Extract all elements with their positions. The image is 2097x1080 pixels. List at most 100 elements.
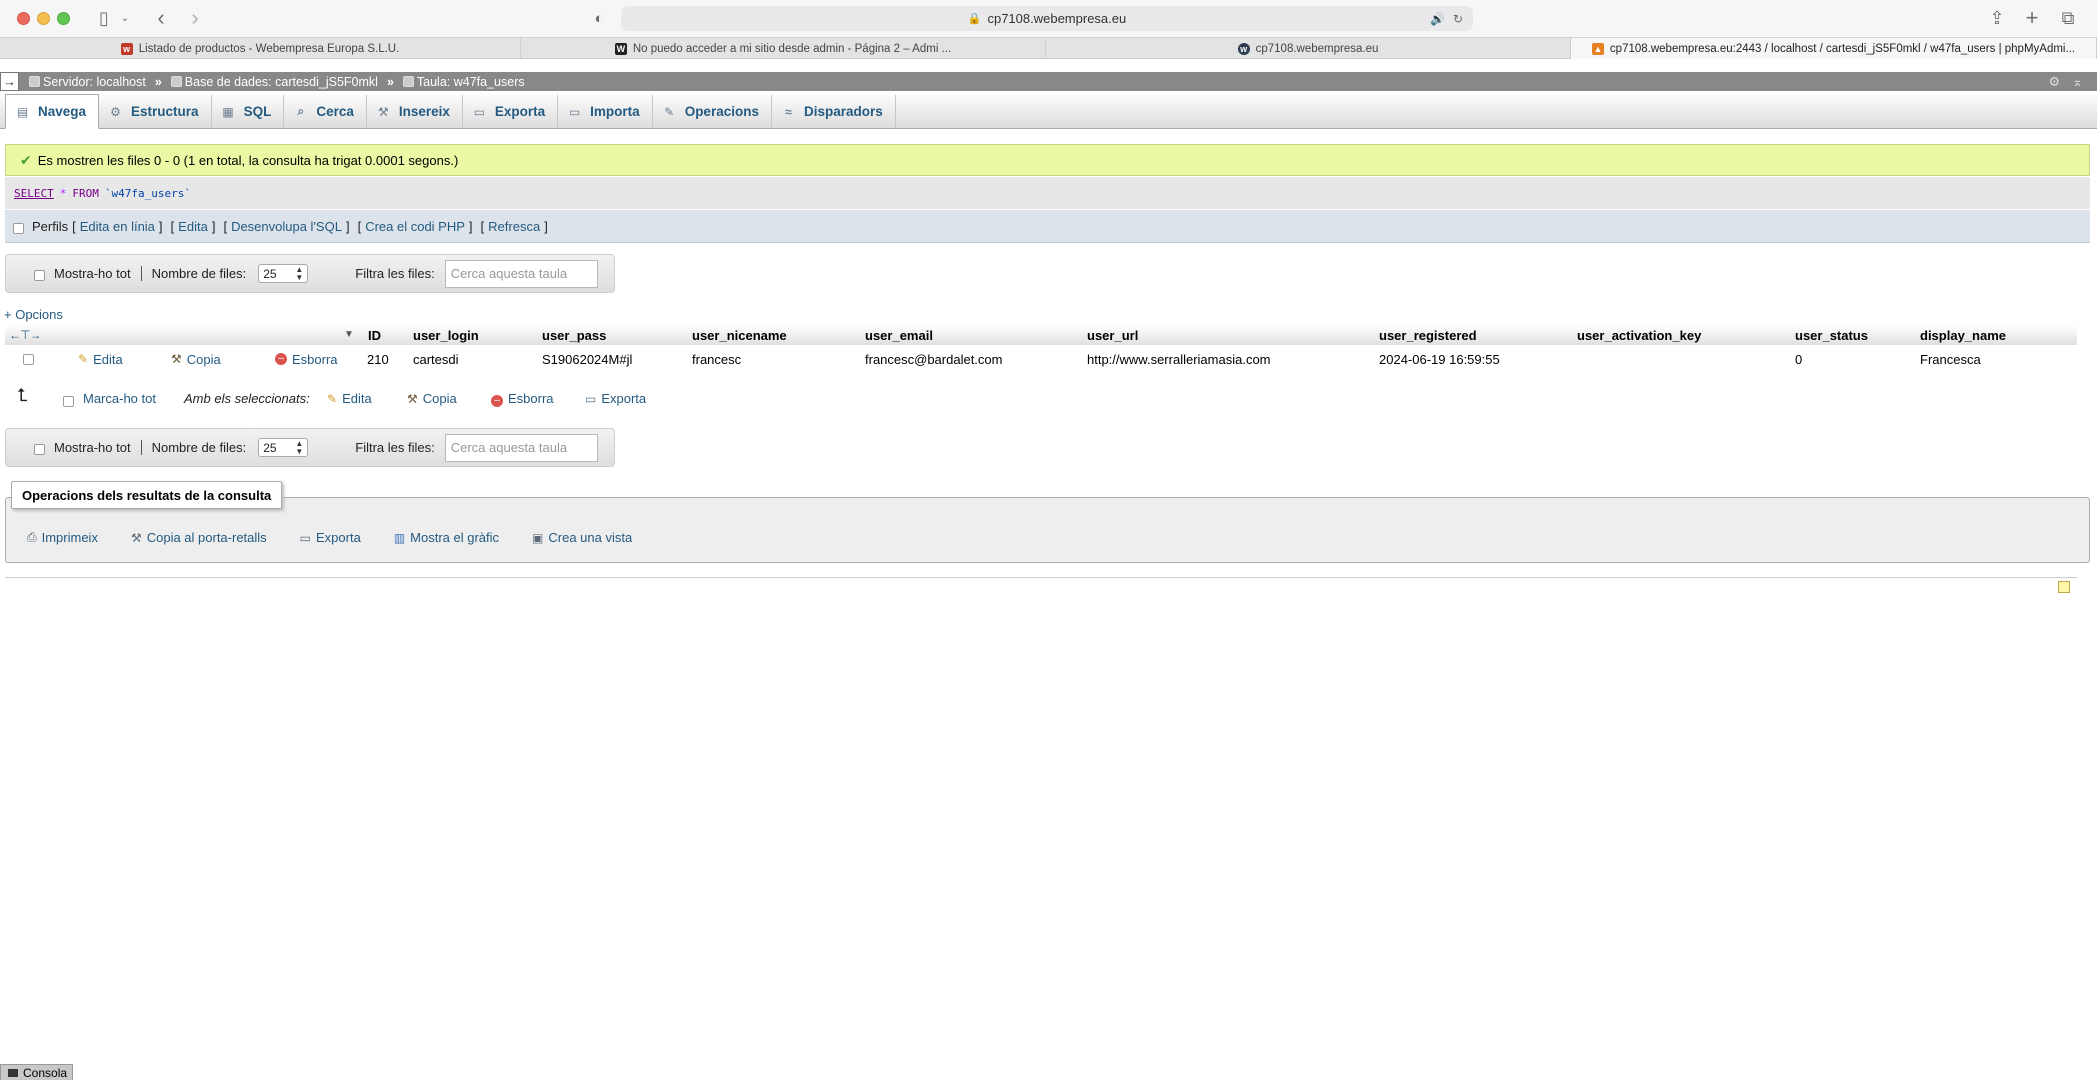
tab-import[interactable]: ▭ Importa	[558, 95, 653, 128]
close-window-button[interactable]	[17, 12, 30, 25]
new-tab-icon[interactable]: +	[2020, 5, 2044, 30]
profiling-checkbox[interactable]	[13, 222, 24, 234]
lock-icon: 🔒	[967, 13, 982, 25]
tab-overview-icon[interactable]: ⧉	[2056, 6, 2080, 30]
browser-tab-4[interactable]: ▲ cp7108.webempresa.eu:2443 / localhost …	[1571, 38, 2097, 59]
tab-structure[interactable]: ⚙ Estructura	[99, 95, 212, 128]
options-link[interactable]: + Opcions	[4, 307, 63, 322]
sql-select-keyword[interactable]: SELECT	[14, 187, 54, 200]
zoom-window-button[interactable]	[57, 12, 70, 25]
filter-rows-input[interactable]: Cerca aquesta taula	[444, 259, 598, 288]
row-delete-button[interactable]: – Esborra	[275, 348, 338, 370]
cell-user-email[interactable]: francesc@bardalet.com	[865, 348, 1002, 370]
bulk-copy-button[interactable]: ⚒ Copia	[407, 391, 457, 406]
bulk-edit-button[interactable]: ✎ Edita	[327, 391, 372, 406]
show-all-checkbox[interactable]	[34, 443, 45, 455]
breadcrumb-separator: »	[386, 74, 394, 89]
bulk-delete-button[interactable]: – Esborra	[491, 391, 554, 407]
cell-user-url[interactable]: http://www.serralleriamasia.com	[1087, 348, 1271, 370]
breadcrumb-table[interactable]: Taula: w47fa_users	[402, 75, 525, 89]
row-checkbox[interactable]	[23, 353, 34, 365]
collapse-icon[interactable]: ⌅	[2072, 74, 2083, 90]
rows-per-page-select[interactable]: 25 ▲ ▼	[258, 264, 309, 283]
minimize-window-button[interactable]	[37, 12, 50, 25]
webempresa-icon: w	[120, 42, 133, 55]
address-bar[interactable]: 🔒 cp7108.webempresa.eu 🔊 ↻	[621, 6, 1473, 31]
tab-search[interactable]: ⌕ Cerca	[284, 95, 367, 128]
explain-sql-link[interactable]: Desenvolupa l'SQL	[231, 219, 342, 234]
filter-rows-input[interactable]: Cerca aquesta taula	[444, 433, 598, 462]
filter-placeholder: Cerca aquesta taula	[450, 266, 568, 281]
pencil-icon: ✎	[78, 352, 89, 366]
show-chart-button[interactable]: ▥ Mostra el gràfic	[394, 530, 499, 545]
export-results-button[interactable]: ▭ Exporta	[300, 530, 361, 545]
edit-query-link[interactable]: Edita	[178, 219, 208, 234]
breadcrumb-server[interactable]: Servidor: localhost	[29, 75, 146, 89]
breadcrumb: → Servidor: localhost » Base de dades: c…	[0, 72, 2097, 91]
breadcrumb-database[interactable]: Base de dades: cartesdi_jS5F0mkl	[170, 75, 378, 89]
stepper-icon: ▲ ▼	[295, 264, 304, 282]
browser-tab-1[interactable]: w Listado de productos - Webempresa Euro…	[0, 38, 521, 59]
cell-user-registered[interactable]: 2024-06-19 16:59:55	[1379, 348, 1500, 370]
check-all-link[interactable]: Marca-ho tot	[83, 391, 156, 406]
show-chart-label: Mostra el gràfic	[410, 530, 500, 545]
refresh-link[interactable]: Refresca	[488, 219, 540, 234]
cell-id[interactable]: 210	[367, 348, 389, 370]
edit-inline-link[interactable]: Edita en línia	[80, 219, 155, 234]
column-arrows-icon[interactable]: ←⊤→	[9, 325, 41, 345]
column-header-display-name[interactable]: display_name	[1920, 325, 2006, 345]
tab-label: Cerca	[316, 104, 354, 119]
bookmark-icon[interactable]	[2058, 581, 2070, 593]
bulk-export-button[interactable]: ▭ Exporta	[585, 391, 646, 406]
console-icon	[8, 1068, 18, 1077]
column-header-user-activation-key[interactable]: user_activation_key	[1577, 325, 1701, 345]
reload-icon[interactable]: ↻	[1453, 6, 1463, 31]
column-header-user-registered[interactable]: user_registered	[1379, 325, 1477, 345]
show-all-checkbox[interactable]	[34, 269, 45, 281]
browser-tab-2[interactable]: W No puedo acceder a mi sitio desde admi…	[521, 38, 1046, 59]
gear-icon[interactable]: ⚙	[2048, 74, 2060, 90]
row-copy-button[interactable]: ⚒ Copia	[171, 348, 221, 370]
cell-user-login[interactable]: cartesdi	[413, 348, 459, 370]
cell-display-name[interactable]: Francesca	[1920, 348, 1981, 370]
shield-icon[interactable]: ◐	[588, 6, 610, 30]
tab-insert[interactable]: ⚒ Insereix	[367, 95, 463, 128]
column-header-user-login[interactable]: user_login	[413, 325, 479, 345]
tab-export[interactable]: ▭ Exporta	[463, 95, 559, 128]
tab-triggers[interactable]: ≈ Disparadors	[772, 95, 896, 128]
row-edit-button[interactable]: ✎ Edita	[78, 348, 123, 370]
chevron-down-icon[interactable]: ⌄	[118, 6, 132, 30]
cell-user-status[interactable]: 0	[1795, 348, 1802, 370]
rows-per-page-select[interactable]: 25 ▲ ▼	[258, 438, 309, 457]
column-header-user-status[interactable]: user_status	[1795, 325, 1868, 345]
cell-user-pass[interactable]: S19062024M#jl	[542, 348, 632, 370]
arrow-up-left-icon: ⮤	[17, 385, 28, 405]
tab-label: Importa	[590, 104, 640, 119]
results-table-header: ←⊤→ ▼ ID user_login user_pass user_nicen…	[5, 325, 2077, 345]
column-header-user-pass[interactable]: user_pass	[542, 325, 606, 345]
navigation-toggle-icon[interactable]: →	[0, 72, 19, 91]
browser-tab-3[interactable]: w cp7108.webempresa.eu	[1046, 38, 1571, 59]
print-button[interactable]: ⎙ Imprimeix	[27, 530, 98, 545]
copy-clipboard-button[interactable]: ⚒ Copia al porta-retalls	[131, 530, 267, 545]
tab-operations[interactable]: ✎ Operacions	[653, 95, 772, 128]
speaker-icon[interactable]: 🔊	[1430, 6, 1445, 31]
column-header-user-url[interactable]: user_url	[1087, 325, 1138, 345]
sort-down-icon[interactable]: ▼	[344, 329, 354, 340]
share-icon[interactable]: ⇪	[1985, 6, 2009, 30]
tab-browse[interactable]: ▤ Navega	[5, 94, 100, 129]
create-php-code-link[interactable]: Crea el codi PHP	[365, 219, 465, 234]
check-all-checkbox[interactable]	[63, 396, 74, 407]
tab-sql[interactable]: ▦ SQL	[212, 95, 285, 128]
column-header-id[interactable]: ID	[368, 325, 381, 345]
console-button[interactable]: Consola	[0, 1064, 74, 1080]
import-icon: ▭	[569, 104, 581, 119]
cell-user-nicename[interactable]: francesc	[692, 348, 741, 370]
back-icon[interactable]: ‹	[150, 5, 172, 30]
column-header-user-email[interactable]: user_email	[865, 325, 933, 345]
column-header-user-nicename[interactable]: user_nicename	[692, 325, 787, 345]
create-view-button[interactable]: ▣ Crea una vista	[532, 530, 632, 545]
copy-clipboard-label: Copia al porta-retalls	[146, 530, 267, 545]
sidebar-toggle-icon[interactable]: ▯	[92, 6, 116, 30]
forward-icon[interactable]: ›	[184, 5, 206, 30]
